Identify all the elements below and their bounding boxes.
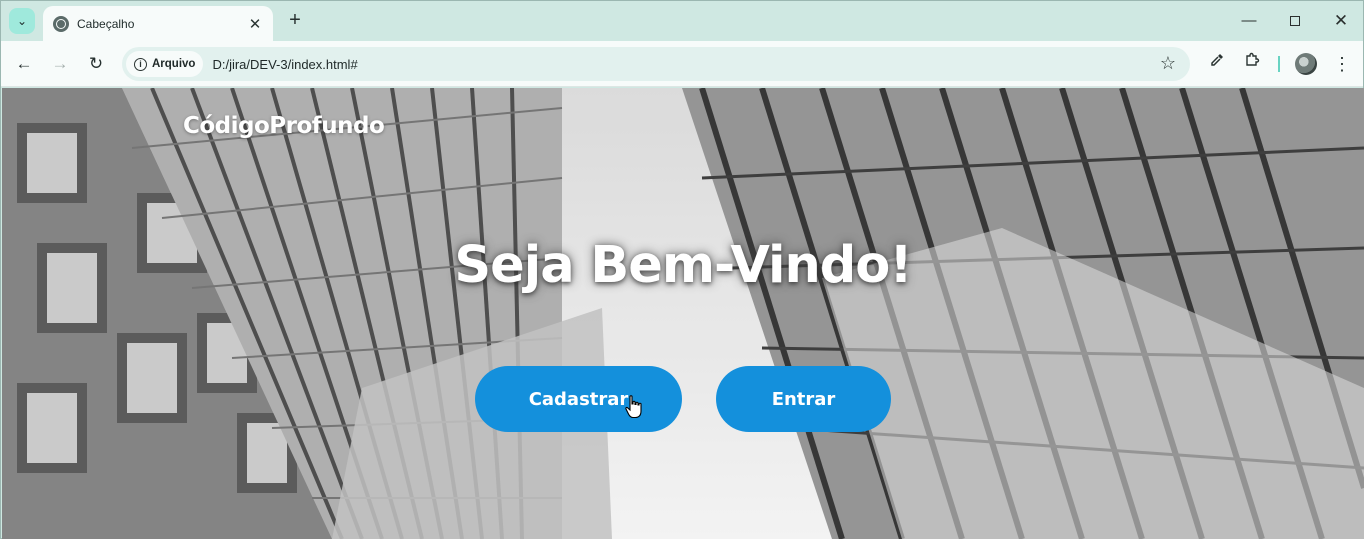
hero-title: Seja Bem-Vindo! — [454, 236, 912, 295]
site-info-label: Arquivo — [152, 58, 196, 70]
maximize-icon — [1290, 16, 1300, 27]
forward-button[interactable]: → — [48, 52, 72, 76]
bookmark-star-icon[interactable]: ☆ — [1160, 53, 1176, 74]
new-tab-button[interactable]: + — [284, 10, 306, 32]
register-button[interactable]: Cadastrar — [475, 366, 682, 432]
browser-toolbar: ← → ↻ i Arquivo D:/jira/DEV-3/index.html… — [1, 41, 1363, 87]
eyedropper-icon — [1211, 54, 1223, 66]
address-bar[interactable]: i Arquivo D:/jira/DEV-3/index.html# ☆ — [122, 47, 1190, 81]
site-info-chip[interactable]: i Arquivo — [126, 51, 204, 77]
tab-search-button[interactable]: ⌄ — [9, 8, 35, 34]
reload-button[interactable]: ↻ — [84, 52, 108, 76]
close-icon[interactable]: ✕ — [245, 15, 265, 33]
globe-icon — [53, 15, 69, 32]
brand-logo-text[interactable]: CódigoProfundo — [183, 113, 385, 139]
back-button[interactable]: ← — [12, 52, 36, 76]
close-window-button[interactable]: ✕ — [1329, 9, 1353, 33]
eyedropper-extension-icon[interactable] — [1205, 52, 1229, 76]
toolbar-divider — [1278, 56, 1280, 72]
profile-avatar[interactable] — [1295, 53, 1317, 75]
browser-window: ⌄ Cabeçalho ✕ + — ✕ ← → ↻ i Arquivo D:/j… — [0, 0, 1364, 539]
info-icon: i — [134, 57, 147, 71]
url-text[interactable]: D:/jira/DEV-3/index.html# — [212, 57, 357, 72]
skyscraper-background-image — [2, 88, 1364, 539]
login-button[interactable]: Entrar — [716, 366, 891, 432]
chevron-down-icon: ⌄ — [16, 14, 28, 28]
tab-strip: ⌄ Cabeçalho ✕ + — ✕ — [1, 1, 1363, 41]
extensions-button[interactable] — [1240, 52, 1264, 76]
page-viewport: CódigoProfundo Seja Bem-Vindo! Cadastrar… — [2, 88, 1364, 539]
minimize-button[interactable]: — — [1237, 9, 1261, 33]
puzzle-icon — [1246, 52, 1260, 66]
tab-title: Cabeçalho — [77, 16, 135, 31]
menu-icon[interactable]: ⋮ — [1330, 52, 1354, 76]
maximize-button[interactable] — [1283, 9, 1307, 33]
hand-pointer-cursor-icon — [625, 395, 642, 419]
active-tab[interactable]: Cabeçalho ✕ — [43, 6, 273, 41]
